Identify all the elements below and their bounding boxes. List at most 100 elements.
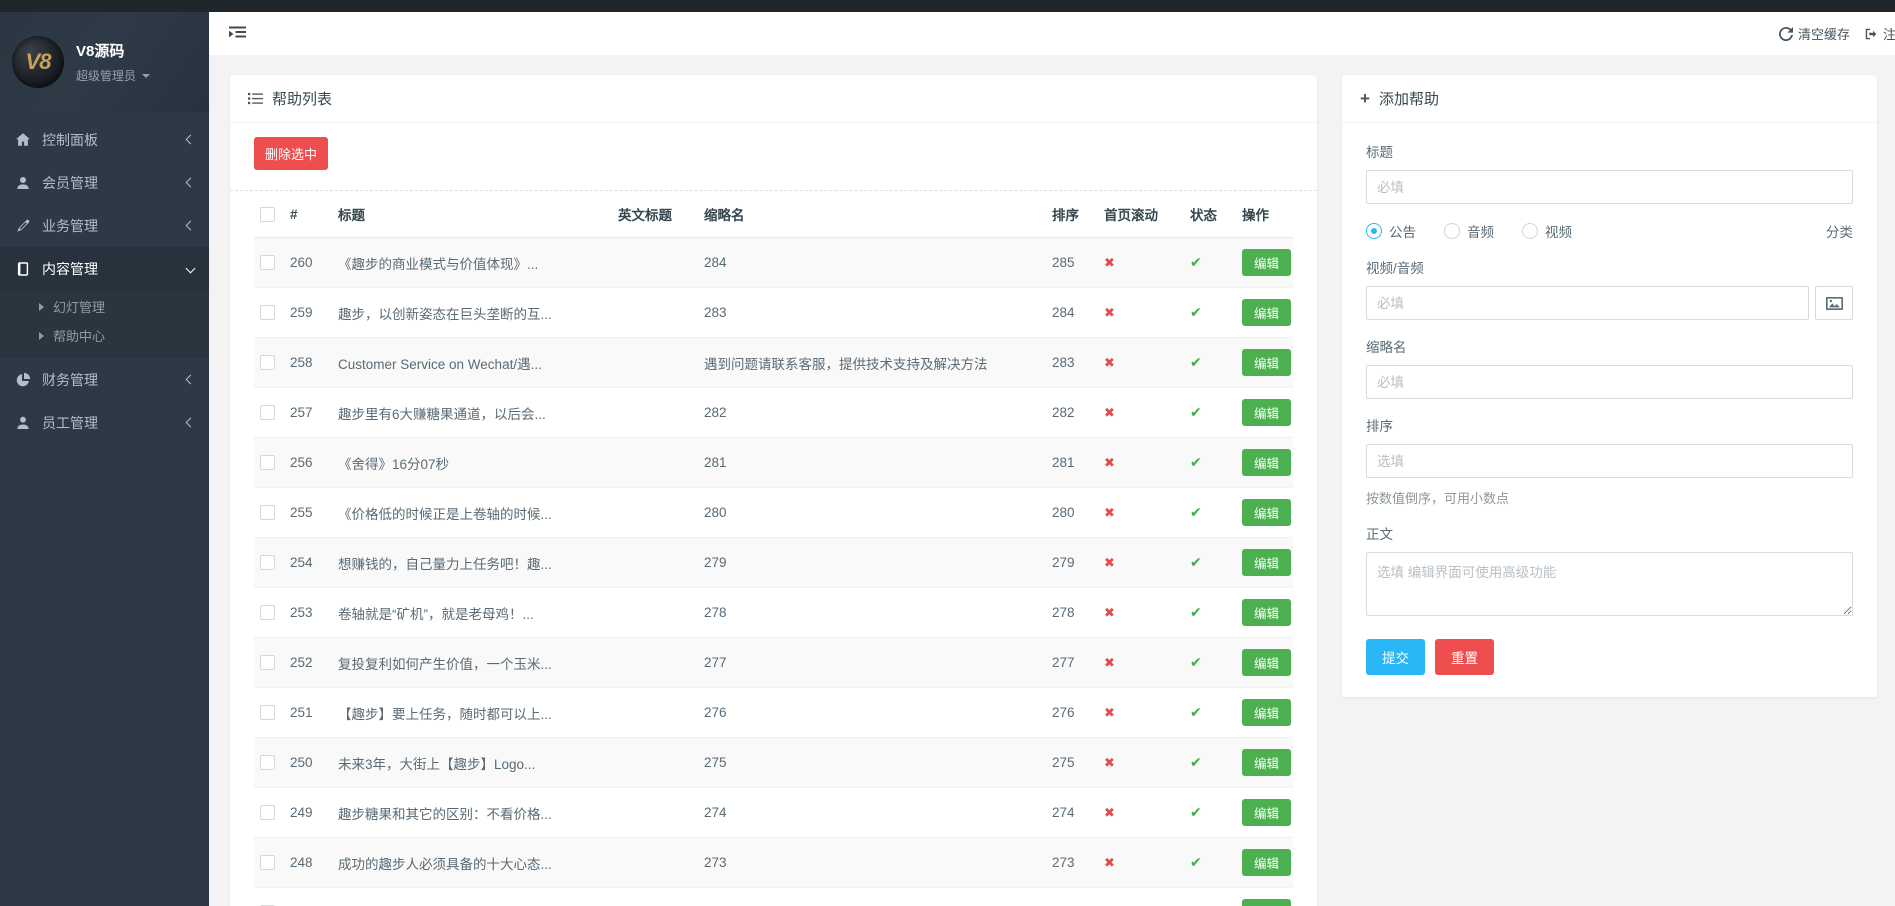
row-checkbox[interactable] — [260, 505, 275, 520]
sidebar-item-staff[interactable]: 员工管理 — [0, 401, 209, 444]
row-checkbox[interactable] — [260, 255, 275, 270]
sidebar-subitem-label: 帮助中心 — [53, 326, 105, 345]
row-checkbox[interactable] — [260, 455, 275, 470]
row-checkbox[interactable] — [260, 355, 275, 370]
row-checkbox[interactable] — [260, 605, 275, 620]
table-row: 260 《趣步的商业模式与价值体现》... 284 285 ✖ ✔ 编辑 — [254, 238, 1293, 288]
row-checkbox[interactable] — [260, 405, 275, 420]
media-input[interactable] — [1366, 286, 1809, 320]
edit-button[interactable]: 编辑 — [1242, 749, 1291, 776]
row-sort: 281 — [1046, 438, 1098, 488]
row-sort: 279 — [1046, 538, 1098, 588]
row-en-title — [612, 838, 698, 888]
slug-input[interactable] — [1366, 365, 1853, 399]
row-title: 《舍得》16分07秒 — [332, 438, 612, 488]
radio-video[interactable]: 视频 — [1522, 221, 1572, 241]
row-checkbox[interactable] — [260, 855, 275, 870]
status-icon: ✔ — [1190, 404, 1202, 420]
status-icon: ✔ — [1190, 454, 1202, 470]
edit-button[interactable]: 编辑 — [1242, 699, 1291, 726]
row-sort: 277 — [1046, 638, 1098, 688]
sidebar-item-members[interactable]: 会员管理 — [0, 161, 209, 204]
row-id: 259 — [284, 288, 332, 338]
table-row: 255 《价格低的时候正是上卷轴的时候... 280 280 ✖ ✔ 编辑 — [254, 488, 1293, 538]
help-table-body: 260 《趣步的商业模式与价值体现》... 284 285 ✖ ✔ 编辑 259… — [254, 238, 1293, 906]
edit-button[interactable]: 编辑 — [1242, 649, 1291, 676]
row-sort: 278 — [1046, 588, 1098, 638]
reset-button[interactable]: 重置 — [1435, 639, 1494, 675]
submit-button[interactable]: 提交 — [1366, 639, 1425, 675]
radio-announcement[interactable]: 公告 — [1366, 221, 1416, 241]
sidebar-item-business[interactable]: 业务管理 — [0, 204, 209, 247]
content-field-label: 正文 — [1366, 523, 1853, 543]
col-header-actions: 操作 — [1236, 191, 1293, 238]
pen-icon — [15, 218, 31, 234]
row-checkbox[interactable] — [260, 555, 275, 570]
row-title: 《机会面前，你全力以赴了吗》20... — [332, 888, 612, 906]
row-sort: 283 — [1046, 338, 1098, 388]
edit-button[interactable]: 编辑 — [1242, 349, 1291, 376]
table-row: 250 未来3年，大街上【趣步】Logo... 275 275 ✖ ✔ 编辑 — [254, 738, 1293, 788]
sidebar-toggle-button[interactable] — [219, 12, 255, 55]
help-list-title: 帮助列表 — [272, 88, 332, 109]
sidebar-subitem-slides[interactable]: 幻灯管理 — [0, 292, 209, 321]
row-en-title — [612, 888, 698, 906]
sidebar-item-label: 控制面板 — [42, 130, 98, 150]
table-row: 249 趣步糖果和其它的区别：不看价格... 274 274 ✖ ✔ 编辑 — [254, 788, 1293, 838]
edit-button[interactable]: 编辑 — [1242, 299, 1291, 326]
row-checkbox[interactable] — [260, 655, 275, 670]
logout-link[interactable]: 注销 — [1864, 24, 1895, 43]
edit-button[interactable]: 编辑 — [1242, 849, 1291, 876]
row-en-title — [612, 238, 698, 288]
row-id: 257 — [284, 388, 332, 438]
row-checkbox[interactable] — [260, 805, 275, 820]
sidebar-item-dashboard[interactable]: 控制面板 — [0, 118, 209, 161]
title-field-label: 标题 — [1366, 141, 1853, 161]
edit-button[interactable]: 编辑 — [1242, 899, 1291, 906]
radio-circle-icon — [1366, 223, 1382, 239]
user-role-dropdown[interactable]: 超级管理员 — [76, 67, 150, 84]
edit-button[interactable]: 编辑 — [1242, 449, 1291, 476]
media-picker-button[interactable] — [1815, 286, 1853, 320]
row-id: 256 — [284, 438, 332, 488]
edit-button[interactable]: 编辑 — [1242, 399, 1291, 426]
edit-button[interactable]: 编辑 — [1242, 599, 1291, 626]
row-id: 249 — [284, 788, 332, 838]
edit-button[interactable]: 编辑 — [1242, 799, 1291, 826]
home-scroll-icon: ✖ — [1104, 655, 1115, 670]
home-scroll-icon: ✖ — [1104, 305, 1115, 320]
row-slug: 275 — [698, 738, 1046, 788]
edit-button[interactable]: 编辑 — [1242, 249, 1291, 276]
row-checkbox[interactable] — [260, 755, 275, 770]
row-slug: 277 — [698, 638, 1046, 688]
edit-button[interactable]: 编辑 — [1242, 499, 1291, 526]
sidebar-subitem-label: 幻灯管理 — [53, 297, 105, 316]
row-sort: 280 — [1046, 488, 1098, 538]
sort-input[interactable] — [1366, 444, 1853, 478]
row-sort: 272 — [1046, 888, 1098, 906]
row-title: 趣步里有6大赚糖果通道，以后会... — [332, 388, 612, 438]
caret-down-icon — [142, 74, 150, 78]
radio-audio[interactable]: 音频 — [1444, 221, 1494, 241]
edit-button[interactable]: 编辑 — [1242, 549, 1291, 576]
row-title: 趣步，以创新姿态在巨头垄断的互... — [332, 288, 612, 338]
row-checkbox[interactable] — [260, 305, 275, 320]
select-all-checkbox[interactable] — [260, 207, 275, 222]
title-input[interactable] — [1366, 170, 1853, 204]
table-header-row: # 标题 英文标题 缩略名 排序 首页滚动 状态 操作 — [254, 191, 1293, 238]
row-slug: 273 — [698, 838, 1046, 888]
sidebar-subitem-help-center[interactable]: 帮助中心 — [0, 321, 209, 350]
plus-icon: + — [1360, 90, 1370, 107]
row-slug: 278 — [698, 588, 1046, 638]
sidebar-item-finance[interactable]: 财务管理 — [0, 358, 209, 401]
delete-selected-button[interactable]: 删除选中 — [254, 137, 328, 170]
row-checkbox[interactable] — [260, 705, 275, 720]
staff-icon — [15, 415, 31, 431]
row-id: 255 — [284, 488, 332, 538]
sidebar-item-content[interactable]: 内容管理 — [0, 247, 209, 290]
row-id: 258 — [284, 338, 332, 388]
slug-field-label: 缩略名 — [1366, 336, 1853, 356]
status-icon: ✔ — [1190, 504, 1202, 520]
content-textarea[interactable] — [1366, 552, 1853, 616]
clear-cache-link[interactable]: 清空缓存 — [1779, 24, 1850, 43]
